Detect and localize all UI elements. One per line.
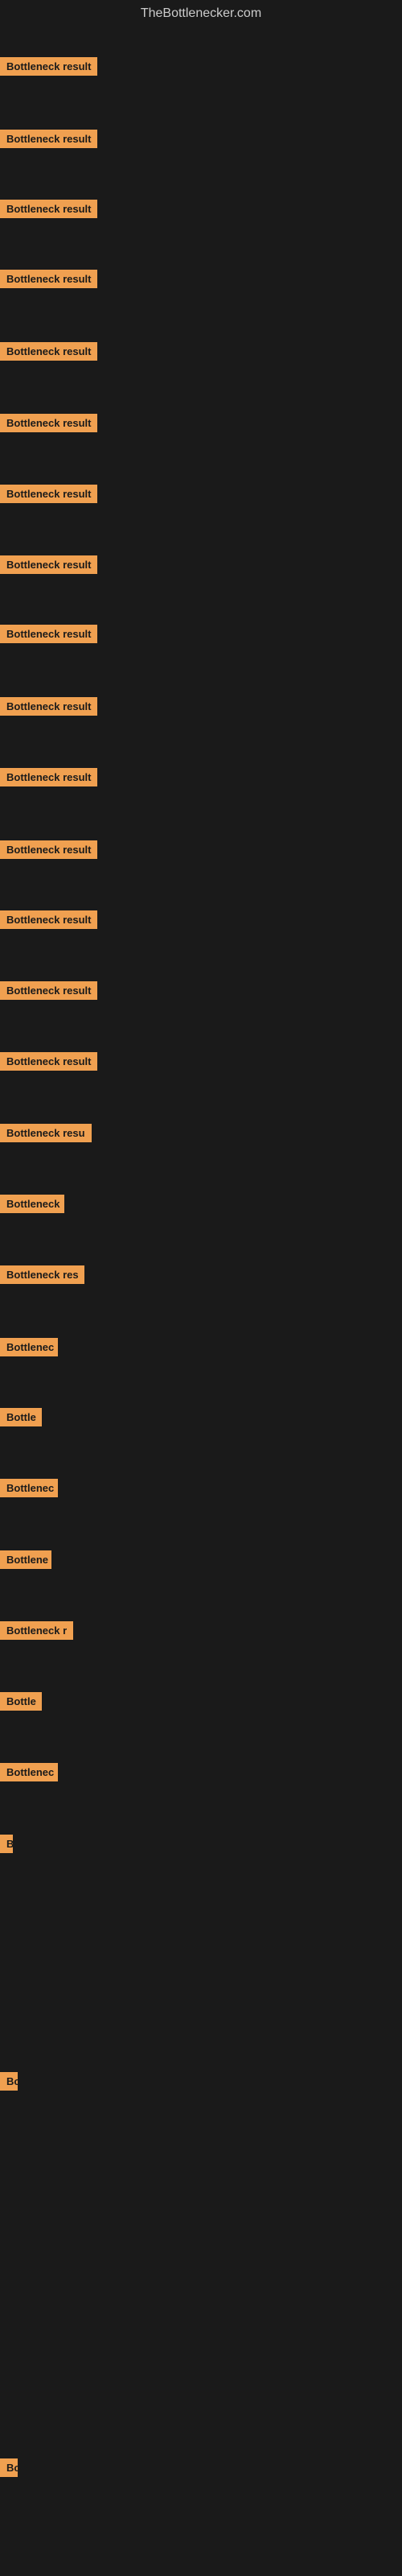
bottleneck-label: Bottleneck result <box>0 270 97 288</box>
bottleneck-item: Bottleneck result <box>0 625 97 647</box>
bottleneck-item: Bottlene <box>0 1550 51 1573</box>
bottleneck-item: Bottleneck result <box>0 200 97 222</box>
bottleneck-item: Bottleneck <box>0 1195 64 1217</box>
site-title: TheBottlenecker.com <box>0 0 402 27</box>
bottleneck-label: Bottleneck result <box>0 130 97 148</box>
bottleneck-item: Bottle <box>0 1408 42 1430</box>
bottleneck-label: Bottleneck result <box>0 57 97 76</box>
bottleneck-label: Bottleneck result <box>0 981 97 1000</box>
bottleneck-item: Bottlenec <box>0 1479 58 1501</box>
bottleneck-label: Bottleneck result <box>0 414 97 432</box>
bottleneck-item: Bottleneck result <box>0 485 97 507</box>
bottleneck-item: Bottleneck result <box>0 555 97 578</box>
bottleneck-label: Bottleneck res <box>0 1265 84 1284</box>
bottleneck-item: Bottleneck resu <box>0 1124 92 1146</box>
bottleneck-item: Bottleneck res <box>0 1265 84 1288</box>
bottleneck-label: Bottlenec <box>0 1763 58 1781</box>
bottleneck-label: B <box>0 1835 13 1853</box>
bottleneck-item: Bottlenec <box>0 1338 58 1360</box>
bottleneck-label: Bo <box>0 2072 18 2091</box>
bottleneck-item: Bottleneck result <box>0 270 97 292</box>
bottleneck-item: Bottleneck result <box>0 414 97 436</box>
bottleneck-label: Bottleneck result <box>0 555 97 574</box>
bottleneck-label: Bottle <box>0 1692 42 1711</box>
bottleneck-label: Bottleneck result <box>0 485 97 503</box>
bottleneck-item: Bottle <box>0 1692 42 1715</box>
bottleneck-item: Bottleneck r <box>0 1621 73 1644</box>
bottleneck-label: Bottlenec <box>0 1479 58 1497</box>
bottleneck-label: Bottleneck resu <box>0 1124 92 1142</box>
bottleneck-item: Bottleneck result <box>0 981 97 1004</box>
bottleneck-label: Bottleneck <box>0 1195 64 1213</box>
bottleneck-item: Bottleneck result <box>0 910 97 933</box>
bottleneck-label: Bottleneck result <box>0 697 97 716</box>
bottleneck-label: Bottleneck result <box>0 200 97 218</box>
bottleneck-item: Bottleneck result <box>0 840 97 863</box>
bottleneck-label: Bottlenec <box>0 1338 58 1356</box>
bottleneck-item: Bottlenec <box>0 1763 58 1785</box>
bottleneck-label: Bottleneck result <box>0 342 97 361</box>
bottleneck-item: Bo <box>0 2072 18 2095</box>
bottleneck-label: Bottleneck r <box>0 1621 73 1640</box>
bottleneck-label: Bottleneck result <box>0 840 97 859</box>
bottleneck-item: Bottleneck result <box>0 1052 97 1075</box>
bottleneck-label: Bottleneck result <box>0 910 97 929</box>
bottleneck-item: Bottleneck result <box>0 57 97 80</box>
bottleneck-label: Bottleneck result <box>0 768 97 786</box>
bottleneck-item: Bottleneck result <box>0 697 97 720</box>
bottleneck-item: Bo <box>0 2458 18 2481</box>
bottleneck-label: Bottleneck result <box>0 1052 97 1071</box>
bottleneck-label: Bo <box>0 2458 18 2477</box>
bottleneck-item: Bottleneck result <box>0 342 97 365</box>
bottleneck-item: Bottleneck result <box>0 768 97 791</box>
bottleneck-item: Bottleneck result <box>0 130 97 152</box>
bottleneck-label: Bottleneck result <box>0 625 97 643</box>
bottleneck-label: Bottlene <box>0 1550 51 1569</box>
bottleneck-item: B <box>0 1835 13 1857</box>
bottleneck-label: Bottle <box>0 1408 42 1426</box>
